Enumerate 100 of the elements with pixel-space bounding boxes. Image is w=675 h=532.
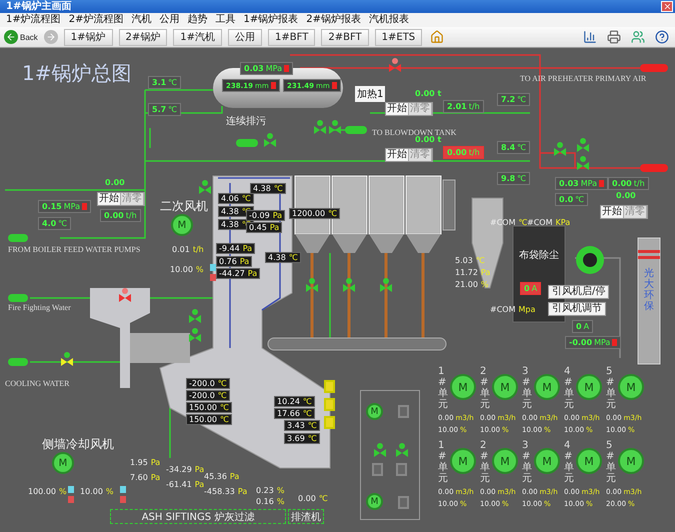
menu-item[interactable]: 趋势 — [188, 14, 208, 26]
motor-symbol[interactable]: M — [492, 448, 518, 474]
reading-value: #COM KPa — [527, 218, 570, 227]
motor-symbol[interactable]: M — [366, 403, 383, 420]
reading-field: 0.00 t/h — [443, 146, 484, 159]
equipment-label: 布袋除尘 — [519, 248, 559, 262]
reading-field: 0 A — [572, 320, 594, 333]
start-button[interactable]: 开始 — [386, 103, 409, 115]
nav-button[interactable]: 1#汽机 — [173, 28, 222, 46]
start-button[interactable]: 开始 — [98, 193, 121, 205]
control-icon — [120, 496, 126, 503]
nav-button[interactable]: 2#锅炉 — [118, 28, 168, 46]
fan-control-button[interactable]: 引风机调节 — [548, 302, 606, 316]
menu-item[interactable]: 2#炉流程图 — [68, 14, 124, 26]
reading-field: 8.4 ℃ — [497, 141, 530, 154]
start-button[interactable]: 开始 — [386, 149, 409, 161]
back-button[interactable]: Back — [4, 30, 38, 44]
flow-value: 0.00 t — [415, 135, 442, 144]
reading-field: 0 A — [520, 282, 542, 295]
status-indicator — [396, 463, 407, 476]
unit-label: 4#单元 — [564, 440, 574, 484]
close-button[interactable] — [661, 1, 673, 12]
window-title: 1#锅炉主画面 — [6, 0, 72, 12]
reading-field: 3.1 ℃ — [148, 76, 182, 89]
pipe-end — [640, 64, 668, 72]
users-button[interactable] — [629, 30, 647, 44]
reading-field: 0.15 MPa — [38, 200, 92, 213]
valve-icon — [189, 309, 201, 323]
motor-symbol[interactable]: M — [52, 452, 74, 474]
motor-symbol[interactable]: M — [450, 448, 476, 474]
menu-item[interactable]: 1#锅炉报表 — [244, 14, 298, 26]
control-icon — [210, 274, 216, 281]
nav-button[interactable]: 2#BFT — [321, 28, 369, 46]
motor-symbol[interactable]: M — [366, 493, 383, 510]
reading-field: 7.2 ℃ — [497, 93, 530, 106]
reading-value: 0.23 % — [256, 486, 284, 495]
reading-field: -9.44 Pa — [216, 243, 256, 254]
nav-button[interactable]: 1#ETS — [374, 28, 422, 46]
start-button[interactable]: 开始 — [601, 206, 624, 218]
menu-item[interactable]: 1#炉流程图 — [6, 14, 61, 26]
unit-label: 1#单元 — [438, 440, 448, 484]
setpoint-icon — [68, 486, 74, 493]
reading-field: 0.03 MPa — [555, 177, 608, 190]
chart-button[interactable] — [581, 30, 599, 44]
reading-value: -61.41 Pa — [166, 480, 204, 489]
reading-value: #COM Mpa — [490, 305, 536, 314]
setpoint-icon — [210, 264, 216, 271]
damper-value: 100.00 % — [28, 487, 67, 496]
fan-icon — [576, 246, 604, 274]
valve-icon — [554, 142, 566, 156]
control-icon — [68, 496, 74, 503]
motor-symbol[interactable]: M — [171, 214, 193, 236]
valve-icon — [264, 133, 276, 147]
reading-field: 3.43 ℃ — [284, 420, 320, 431]
pipe-label: TO BLOWDOWN TANK — [372, 128, 456, 137]
chart-icon — [583, 30, 597, 44]
reading-field: 0.76 Pa — [216, 256, 252, 267]
reading-value: 11.72 Pa — [455, 268, 490, 277]
reading-field: 2.01 t/h — [443, 100, 484, 113]
menu-item[interactable]: 2#锅炉报表 — [306, 14, 361, 26]
motor-symbol[interactable]: M — [492, 374, 518, 400]
reading-field: 4.38 ℃ — [265, 252, 301, 263]
reading-field: 3.69 ℃ — [284, 433, 320, 444]
menu-item[interactable]: 公用 — [160, 14, 180, 26]
flow-value: 0.00 t — [415, 89, 442, 98]
reading-field: 4.06 ℃ — [218, 193, 254, 204]
help-button[interactable] — [653, 30, 671, 44]
motor-symbol[interactable]: M — [534, 374, 560, 400]
motor-symbol[interactable]: M — [576, 374, 602, 400]
motor-symbol[interactable]: M — [450, 374, 476, 400]
motor-symbol[interactable]: M — [534, 448, 560, 474]
print-button[interactable] — [605, 30, 623, 44]
reading-value: 0.01 t/h — [172, 245, 204, 254]
motor-symbol[interactable]: M — [576, 448, 602, 474]
printer-icon — [607, 30, 621, 44]
close-icon — [662, 2, 672, 11]
menu-item[interactable]: 汽机 — [132, 14, 152, 26]
reading-field: -200.0 ℃ — [186, 390, 230, 401]
pipe-end — [8, 294, 28, 302]
menu-item[interactable]: 汽机报表 — [369, 14, 409, 26]
reading-field: -0.09 Pa — [246, 210, 286, 221]
nav-button[interactable]: 1#锅炉 — [64, 28, 113, 46]
damper-value: 10.00 % — [170, 265, 204, 274]
unit-label: 5#单元 — [606, 366, 616, 410]
motor-symbol[interactable]: M — [618, 374, 644, 400]
unit-label: 4#单元 — [564, 366, 574, 410]
reading-field: 0.45 Pa — [246, 222, 282, 233]
slag-remover-label: 排渣机 — [288, 509, 324, 524]
reading-value: #COM ℃ — [490, 218, 528, 227]
motor-symbol[interactable]: M — [618, 448, 644, 474]
nav-button[interactable]: 公用 — [228, 28, 262, 46]
menu-item[interactable]: 工具 — [216, 14, 236, 26]
nav-button[interactable]: 1#BFT — [268, 28, 316, 46]
fan-control-button[interactable]: 引风机启/停 — [548, 285, 610, 299]
home-icon — [430, 30, 444, 44]
reading-field: -200.0 ℃ — [186, 378, 230, 389]
damper-value: 10.00 % — [80, 487, 114, 496]
reading-value: 5.03 ℃ — [455, 256, 485, 265]
status-indicator — [398, 405, 409, 418]
reading-value: -458.33 Pa — [204, 487, 248, 496]
